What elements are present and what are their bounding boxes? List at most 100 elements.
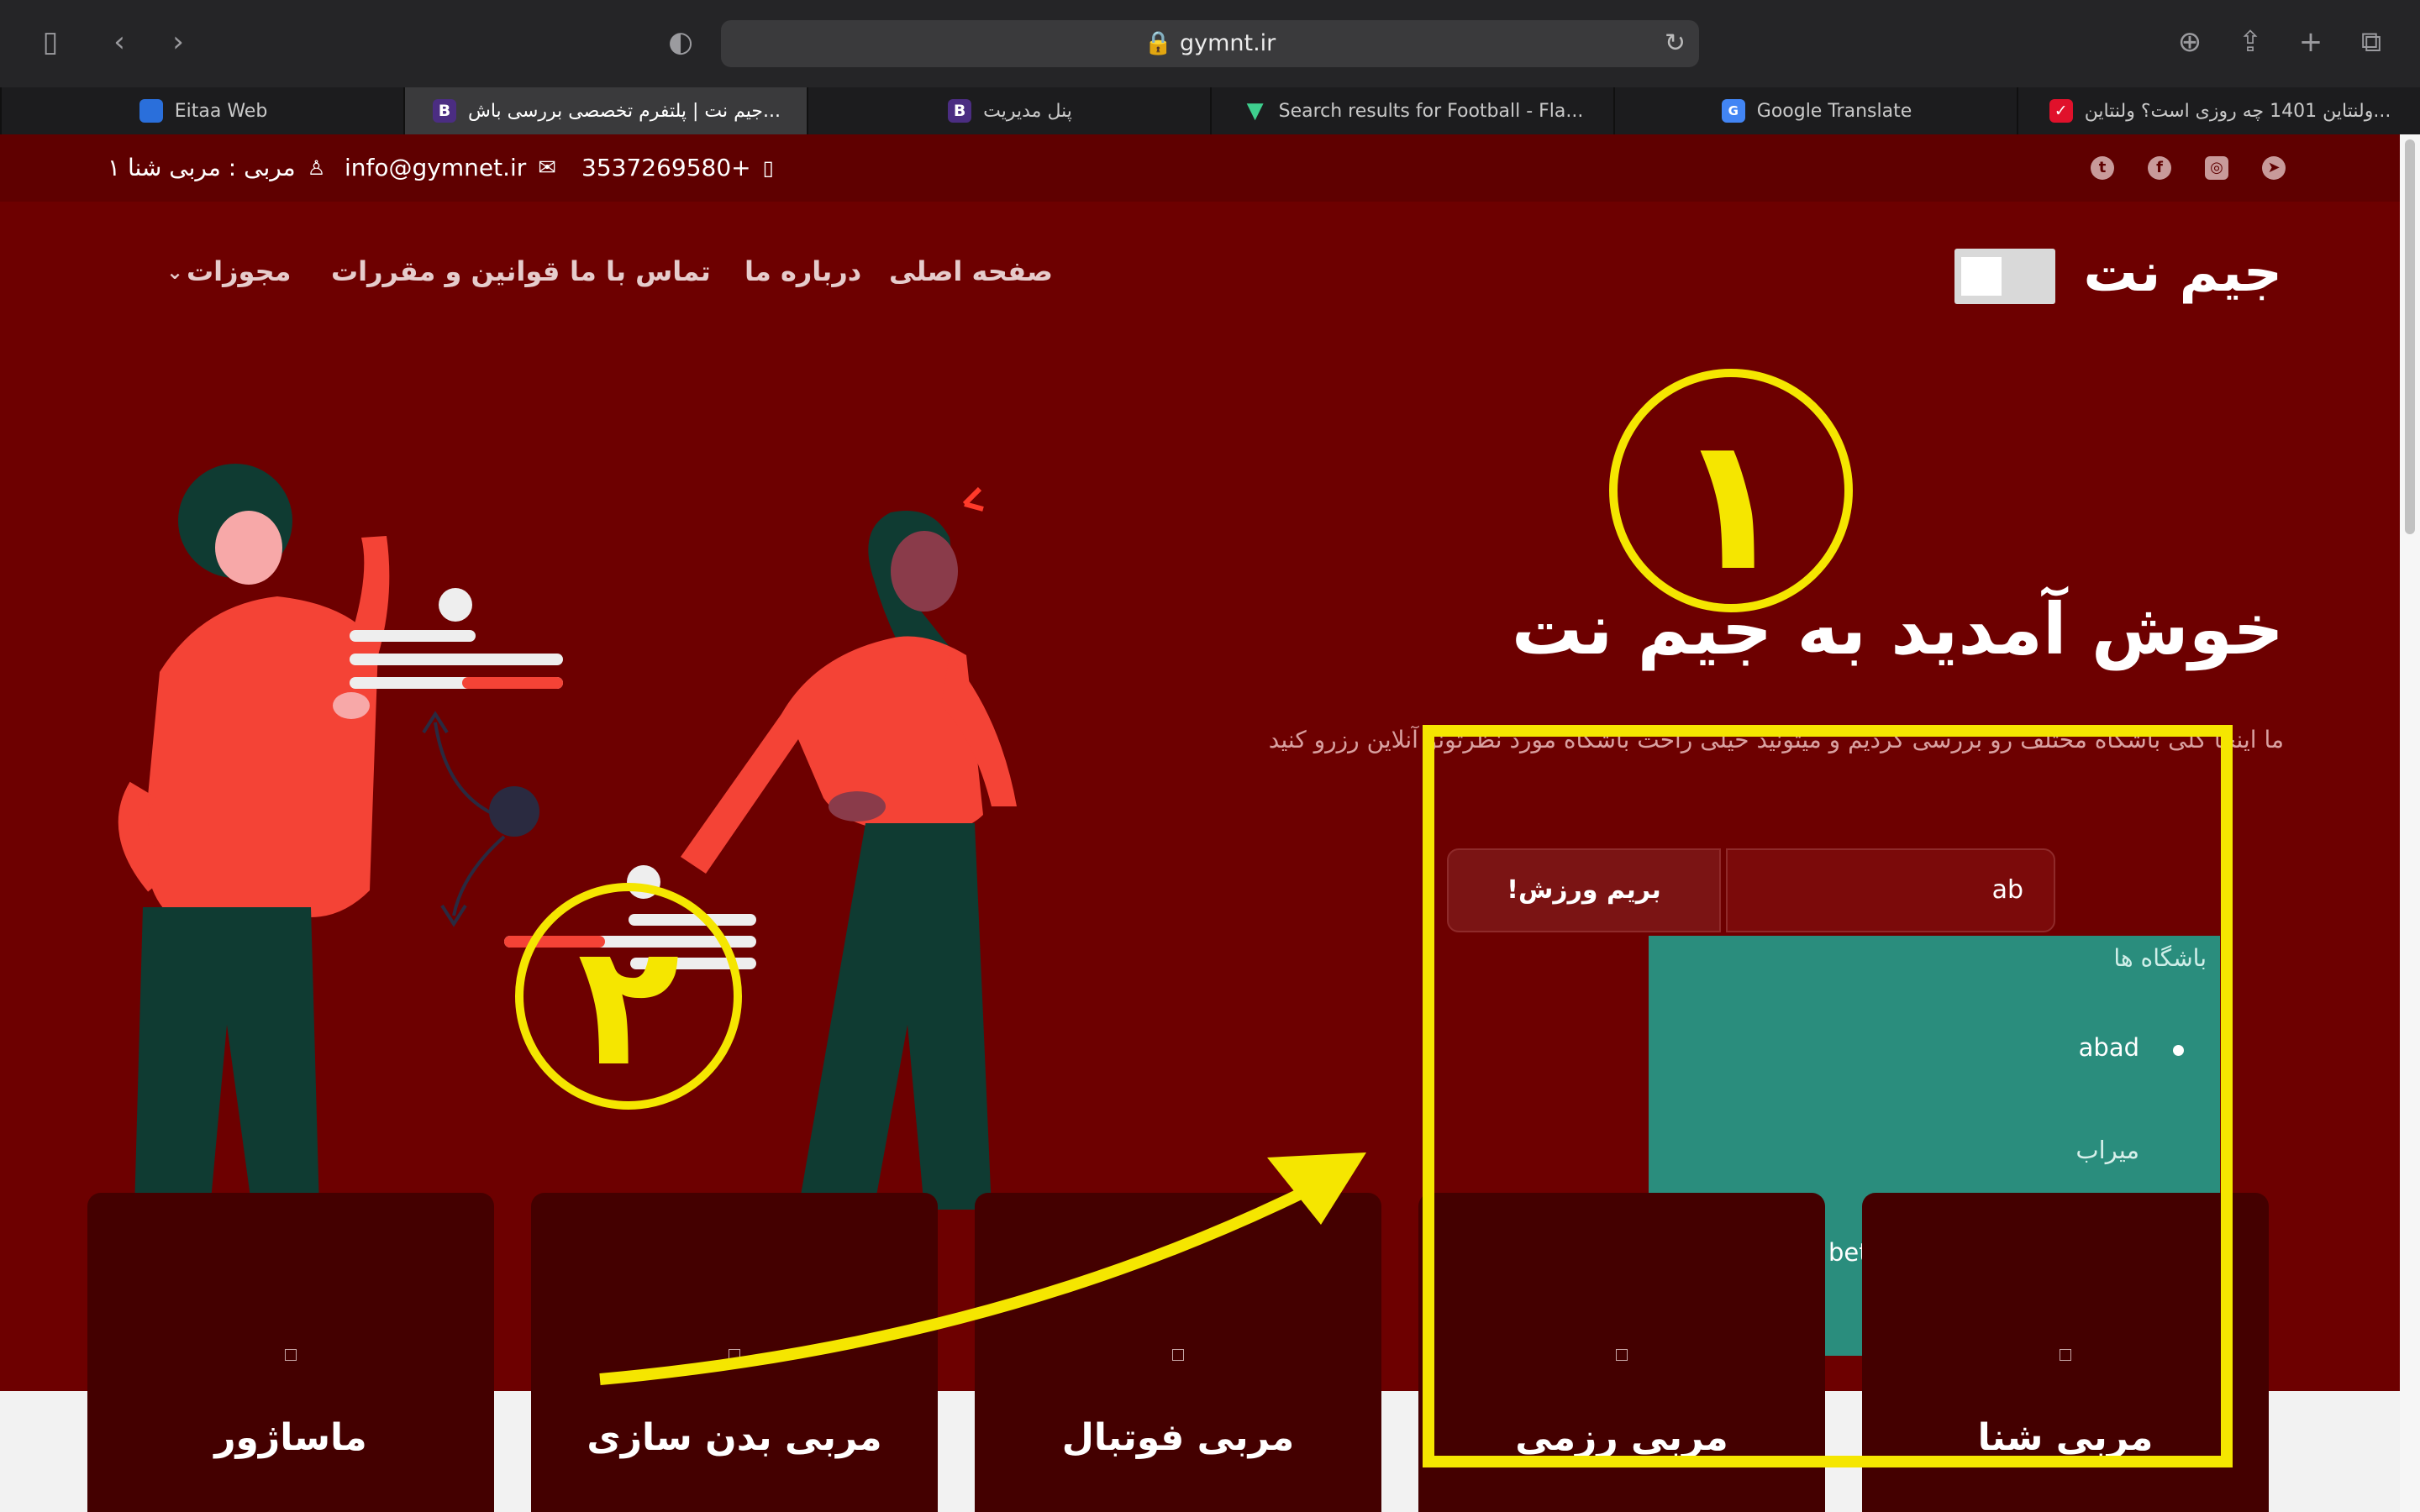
tab-label: Eitaa Web [174,100,268,122]
man-face [215,511,282,585]
dropdown-header: باشگاه ها [2113,944,2207,972]
line-3-accent [462,677,563,689]
dropdown-item-mirab[interactable]: میراب [2075,1136,2139,1164]
curve-up [434,722,492,815]
google-translate-icon: G [1721,99,1745,123]
red-check-icon: ✓ [2049,99,2073,123]
category-card-football[interactable]: مربی فوتبال [975,1193,1381,1512]
email-label: info@gymnet.ir [345,154,527,181]
tab-admin-panel[interactable]: B پنل مدیریت [807,87,1212,134]
tab-eitaa[interactable]: Eitaa Web [0,87,405,134]
twitter-icon[interactable]: t [2091,156,2114,180]
theme-toggle[interactable] [1954,249,2055,304]
card-title: مربی شنا [1977,1416,2154,1459]
url-text: gymnt.ir [1179,30,1276,56]
bootstrap-b-icon: B [948,99,972,123]
share-icon[interactable]: ⇪ [2232,24,2269,60]
new-tab-icon[interactable]: + [2292,24,2329,60]
site-logo[interactable]: جیم نت [2084,242,2283,304]
category-card-massage[interactable]: ماساژور [87,1193,494,1512]
mobile-icon: ▯ [762,156,774,180]
nav-contact[interactable]: تماس با ما [570,255,711,287]
bootstrap-b-icon: B [432,99,456,123]
user-icon: ♙ [307,156,326,180]
nav-home[interactable]: صفحه اصلی [889,255,1053,287]
instagram-icon[interactable]: ◎ [2205,156,2228,180]
category-card-bodybuilding[interactable]: مربی بدن سازی [531,1193,938,1512]
category-card-martial-arts[interactable]: مربی رزمی [1418,1193,1825,1512]
search-input[interactable]: ab [1726,848,2055,932]
green-v-icon: ▼ [1246,98,1264,123]
chevron-down-icon[interactable]: ⌄ [166,260,183,284]
nav-licenses[interactable]: مجوزات [187,255,291,287]
bullet-icon [2173,1045,2184,1056]
dark-circle [489,786,539,837]
hero-illustration [118,464,1017,1210]
top-info-bar: مربی : مربی شنا ۱ ♙ info@gymnet.ir ✉ 353… [0,134,2400,202]
hero-title: خوش آمدید به جیم نت [1511,588,2284,670]
forward-icon[interactable]: › [160,24,197,60]
tab-football-search[interactable]: ▼ Search results for Football - Fla... [1210,87,1615,134]
tab-gymnet[interactable]: B جیم نت | پلتفرم تخصصی بررسی باش... [403,87,808,134]
downloads-icon[interactable]: ⊕ [2171,24,2208,60]
tab-label: جیم نت | پلتفرم تخصصی بررسی باش... [467,100,781,122]
tab-label: Google Translate [1756,100,1912,122]
tab-label: Search results for Football - Fla... [1278,100,1584,122]
broken-image-icon [1616,1349,1628,1361]
man-pants [134,907,319,1210]
dropdown-item-abad[interactable]: abad [2079,1033,2139,1062]
line-4 [629,914,756,926]
scroll-thumb[interactable] [2405,139,2415,534]
curve-down [452,835,506,916]
line-6 [630,958,756,969]
tab-google-translate[interactable]: G Google Translate [1613,87,2018,134]
broken-image-icon [729,1349,740,1361]
category-card-swimming[interactable]: مربی شنا [1862,1193,2269,1512]
browser-toolbar: ▯ ‹ › ◐ 🔒 gymnt.ir ↻ ⊕ ⇪ + ⧉ [0,0,2420,87]
address-bar[interactable]: 🔒 gymnt.ir ↻ [721,20,1699,67]
man-hand [333,692,370,719]
man-shirt [144,596,378,924]
card-title: ماساژور [214,1416,367,1459]
woman-bow [962,486,984,512]
coach-label: مربی : مربی شنا ۱ [108,154,296,181]
line-1 [350,630,476,642]
circle-bottom [627,865,660,899]
tab-valentine[interactable]: ✓ ولنتاین 1401 چه روزی است؟ ولنتاین... [2017,87,2420,134]
search-button[interactable]: !بریم ورزش [1447,848,1721,932]
line-2 [350,654,563,665]
tab-label: پنل مدیریت [983,100,1072,122]
phone-info[interactable]: 3537269580+ ▯ [581,134,774,202]
telegram-icon[interactable]: ➤ [2262,156,2286,180]
tab-label: ولنتاین 1401 چه روزی است؟ ولنتاین... [2084,100,2391,122]
circle-top [439,588,472,622]
shield-icon[interactable]: ◐ [662,24,699,60]
reload-icon[interactable]: ↻ [1665,25,1686,62]
line-5-accent [504,936,605,948]
card-title: مربی فوتبال [1061,1416,1295,1459]
tab-overview-icon[interactable]: ⧉ [2353,24,2390,60]
broken-image-icon [2060,1349,2071,1361]
back-icon[interactable]: ‹ [101,24,138,60]
card-title: مربی بدن سازی [587,1416,882,1459]
card-title: مربی رزمی [1515,1416,1728,1459]
lock-icon: 🔒 [1144,30,1173,56]
broken-image-icon [1172,1349,1184,1361]
tab-strip: Eitaa Web B جیم نت | پلتفرم تخصصی بررسی … [0,87,2420,136]
sidebar-toggle-icon[interactable]: ▯ [32,24,69,60]
coach-info: مربی : مربی شنا ۱ ♙ [108,134,325,202]
envelope-icon: ✉ [538,155,557,181]
facebook-icon[interactable]: f [2148,156,2171,180]
nav-rules[interactable]: قوانین و مقررات [331,255,560,287]
nav-about[interactable]: درباره ما [744,255,861,287]
woman-waist [829,791,886,822]
toggle-knob [1961,257,2002,296]
blue-square-icon [139,99,163,123]
woman-pants [798,823,992,1210]
web-page: مربی : مربی شنا ۱ ♙ info@gymnet.ir ✉ 353… [0,134,2400,1512]
broken-image-icon [285,1349,297,1361]
phone-label: 3537269580+ [581,154,751,181]
page-scrollbar[interactable] [2400,134,2420,1512]
hero-description: ما اینجا کلی باشگاه مختلف رو بررسی کردیم… [1268,726,2284,753]
email-info[interactable]: info@gymnet.ir ✉ [345,134,556,202]
